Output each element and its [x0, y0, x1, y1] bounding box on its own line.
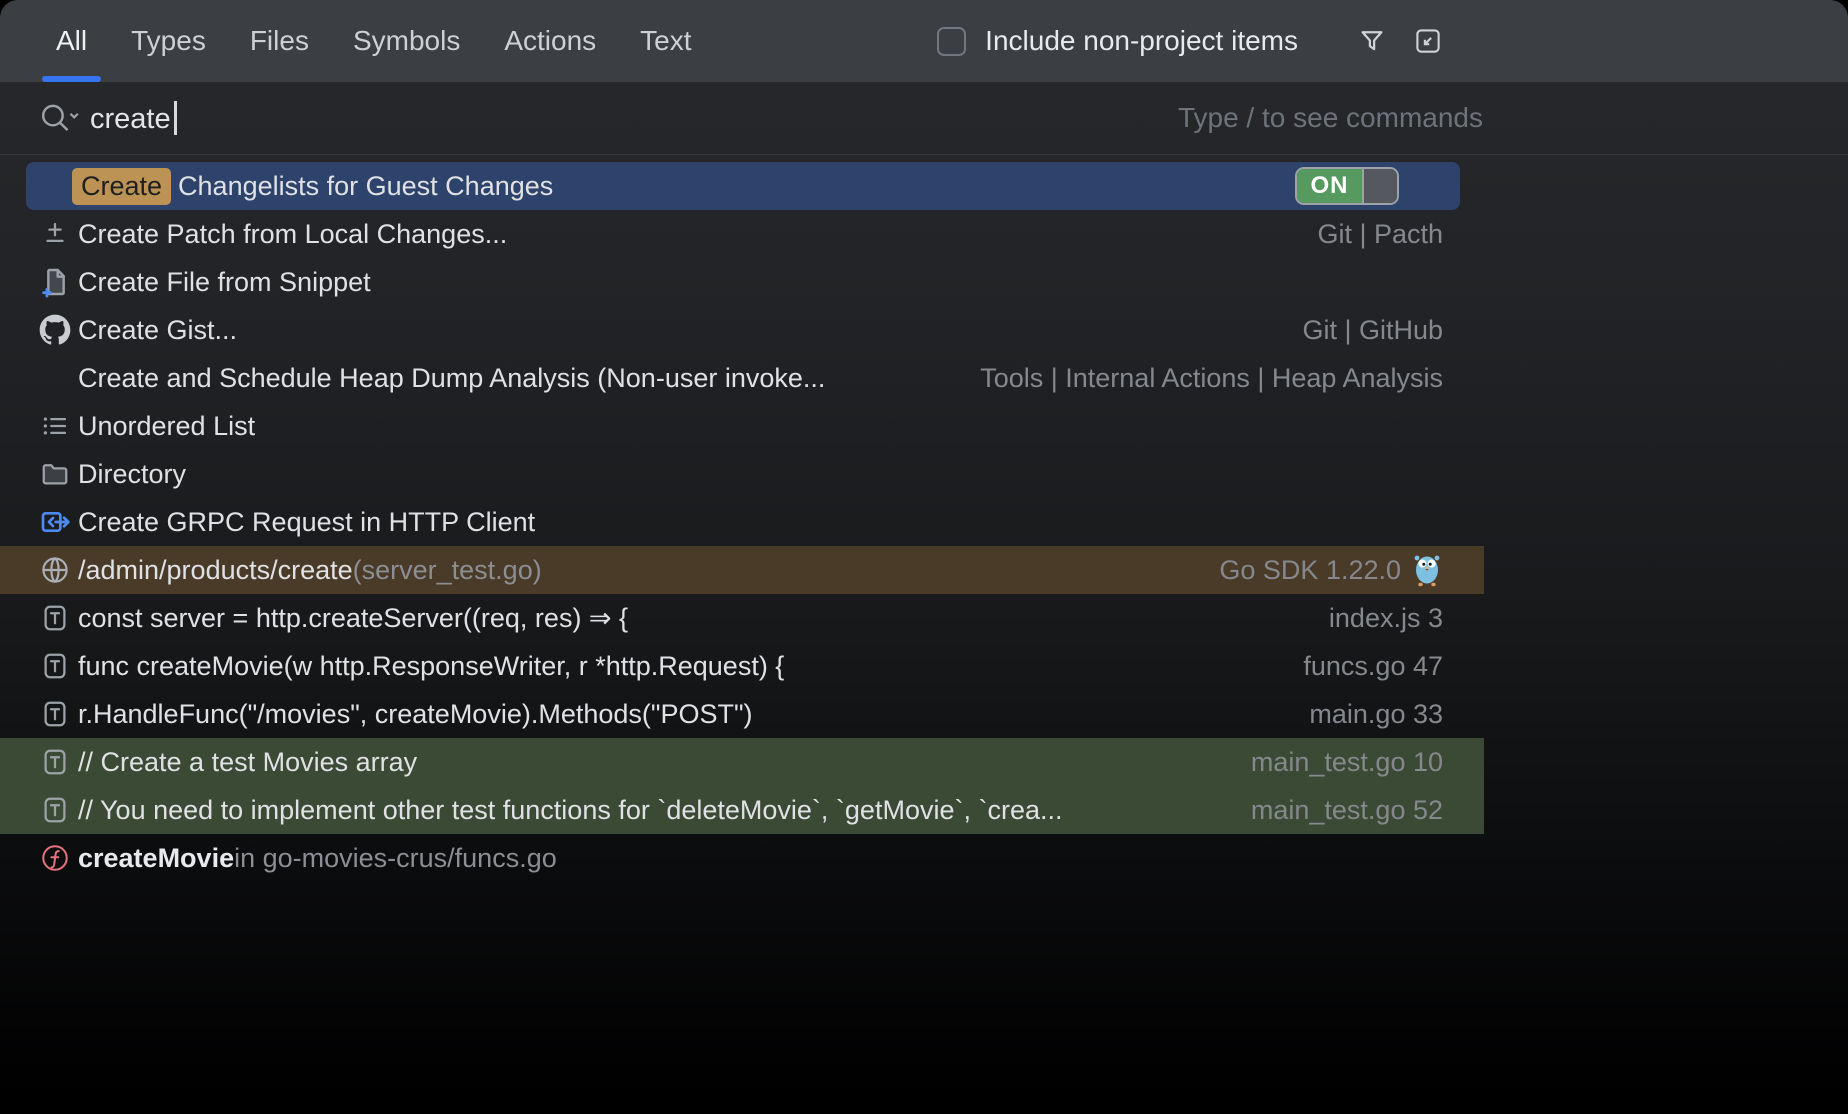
search-icon [38, 101, 80, 135]
result-row[interactable]: Create Patch from Local Changes... Git | … [0, 210, 1484, 258]
result-location: Git | GitHub [1302, 315, 1443, 346]
file-plus-icon [38, 265, 72, 299]
result-text: const server = http.createServer((req, r… [78, 603, 628, 634]
patch-icon [38, 217, 72, 251]
unordered-list-icon [38, 409, 72, 443]
result-row[interactable]: Unordered List [0, 402, 1484, 450]
globe-icon [38, 553, 72, 587]
result-text: (server_test.go) [353, 555, 542, 586]
result-location: Tools | Internal Actions | Heap Analysis [980, 363, 1443, 394]
result-location: index.js 3 [1329, 603, 1443, 634]
results-list: CreateChangelists for Guest ChangesONCre… [0, 155, 1848, 882]
result-location: funcs.go 47 [1303, 651, 1443, 682]
result-text: Create File from Snippet [78, 267, 371, 298]
match-highlight: Create [72, 168, 171, 205]
result-text: in go-movies-crus/funcs.go [234, 843, 557, 874]
result-row[interactable]: /admin/products/create (server_test.go) G… [0, 546, 1484, 594]
result-text: // Create a test Movies array [78, 747, 417, 778]
toggle-knob [1362, 169, 1397, 203]
on-off-toggle[interactable]: ON [1295, 167, 1399, 205]
result-text: Create Gist... [78, 315, 237, 346]
include-non-project-label: Include non-project items [985, 25, 1298, 57]
search-hint: Type / to see commands [1178, 102, 1848, 134]
result-row[interactable]: func createMovie(w http.ResponseWriter, … [0, 642, 1484, 690]
text-caret [174, 101, 177, 135]
text-icon [38, 745, 72, 779]
result-text: Create and Schedule Heap Dump Analysis (… [78, 363, 825, 394]
include-non-project-checkbox[interactable] [937, 27, 966, 56]
result-text: Directory [78, 459, 186, 490]
result-row[interactable]: Create Gist... Git | GitHub [0, 306, 1484, 354]
grpc-icon [38, 505, 72, 539]
result-row[interactable]: Create GRPC Request in HTTP Client [0, 498, 1484, 546]
tab-bar: All Types Files Symbols Actions Text Include … [0, 0, 1848, 82]
result-location-text: main_test.go 52 [1251, 795, 1443, 826]
function-icon [38, 841, 72, 875]
result-text: createMovie [78, 843, 234, 874]
result-text: r.HandleFunc("/movies", createMovie).Met… [78, 699, 753, 730]
result-row[interactable]: const server = http.createServer((req, r… [0, 594, 1484, 642]
filter-icon[interactable] [1356, 25, 1388, 57]
result-row[interactable]: createMovie in go-movies-crus/funcs.go [0, 834, 1484, 882]
result-location-text: funcs.go 47 [1303, 651, 1443, 682]
text-icon [38, 697, 72, 731]
search-query: create [90, 103, 171, 135]
open-in-find-window-icon[interactable] [1412, 25, 1444, 57]
tab-files[interactable]: Files [250, 0, 309, 82]
result-location-text: Tools | Internal Actions | Heap Analysis [980, 363, 1443, 394]
tab-symbols[interactable]: Symbols [353, 0, 460, 82]
result-row[interactable]: Create and Schedule Heap Dump Analysis (… [0, 354, 1484, 402]
result-text: func createMovie(w http.ResponseWriter, … [78, 651, 784, 682]
result-location: Git | Pacth [1317, 219, 1443, 250]
gopher-icon [1411, 553, 1443, 587]
tab-types[interactable]: Types [131, 0, 206, 82]
result-text: Changelists for Guest Changes [178, 171, 553, 202]
tab-all[interactable]: All [56, 0, 87, 82]
result-location-text: main.go 33 [1309, 699, 1443, 730]
result-text: Create Patch from Local Changes... [78, 219, 507, 250]
result-location-text: Git | Pacth [1317, 219, 1443, 250]
search-input[interactable]: create [90, 101, 177, 136]
result-row[interactable]: Directory [0, 450, 1484, 498]
result-text: /admin/products/create [78, 555, 353, 586]
result-location: main_test.go 52 [1251, 795, 1443, 826]
result-text: // You need to implement other test func… [78, 795, 1063, 826]
result-location: main.go 33 [1309, 699, 1443, 730]
search-row: create Type / to see commands [0, 82, 1848, 155]
result-location-text: Go SDK 1.22.0 [1219, 555, 1401, 586]
result-row[interactable]: // Create a test Movies array main_test.g… [0, 738, 1484, 786]
tab-text[interactable]: Text [640, 0, 691, 82]
text-icon [38, 649, 72, 683]
tab-actions[interactable]: Actions [504, 0, 596, 82]
search-everywhere-dialog: All Types Files Symbols Actions Text Include … [0, 0, 1848, 1114]
result-location: Go SDK 1.22.0 [1219, 553, 1443, 587]
text-icon [38, 601, 72, 635]
tabs-container: All Types Files Symbols Actions Text [56, 0, 736, 82]
result-location-text: index.js 3 [1329, 603, 1443, 634]
text-icon [38, 793, 72, 827]
result-row[interactable]: Create File from Snippet [0, 258, 1484, 306]
result-row[interactable]: // You need to implement other test func… [0, 786, 1484, 834]
result-location-text: Git | GitHub [1302, 315, 1443, 346]
result-location-text: main_test.go 10 [1251, 747, 1443, 778]
result-text: Create GRPC Request in HTTP Client [78, 507, 535, 538]
toggle-on-label: ON [1297, 169, 1362, 203]
folder-icon [38, 457, 72, 491]
result-row[interactable]: CreateChangelists for Guest Changes ON [26, 162, 1460, 210]
github-icon [38, 313, 72, 347]
result-location: main_test.go 10 [1251, 747, 1443, 778]
result-row[interactable]: r.HandleFunc("/movies", createMovie).Met… [0, 690, 1484, 738]
result-text: Unordered List [78, 411, 255, 442]
header-controls: Include non-project items [937, 25, 1848, 57]
